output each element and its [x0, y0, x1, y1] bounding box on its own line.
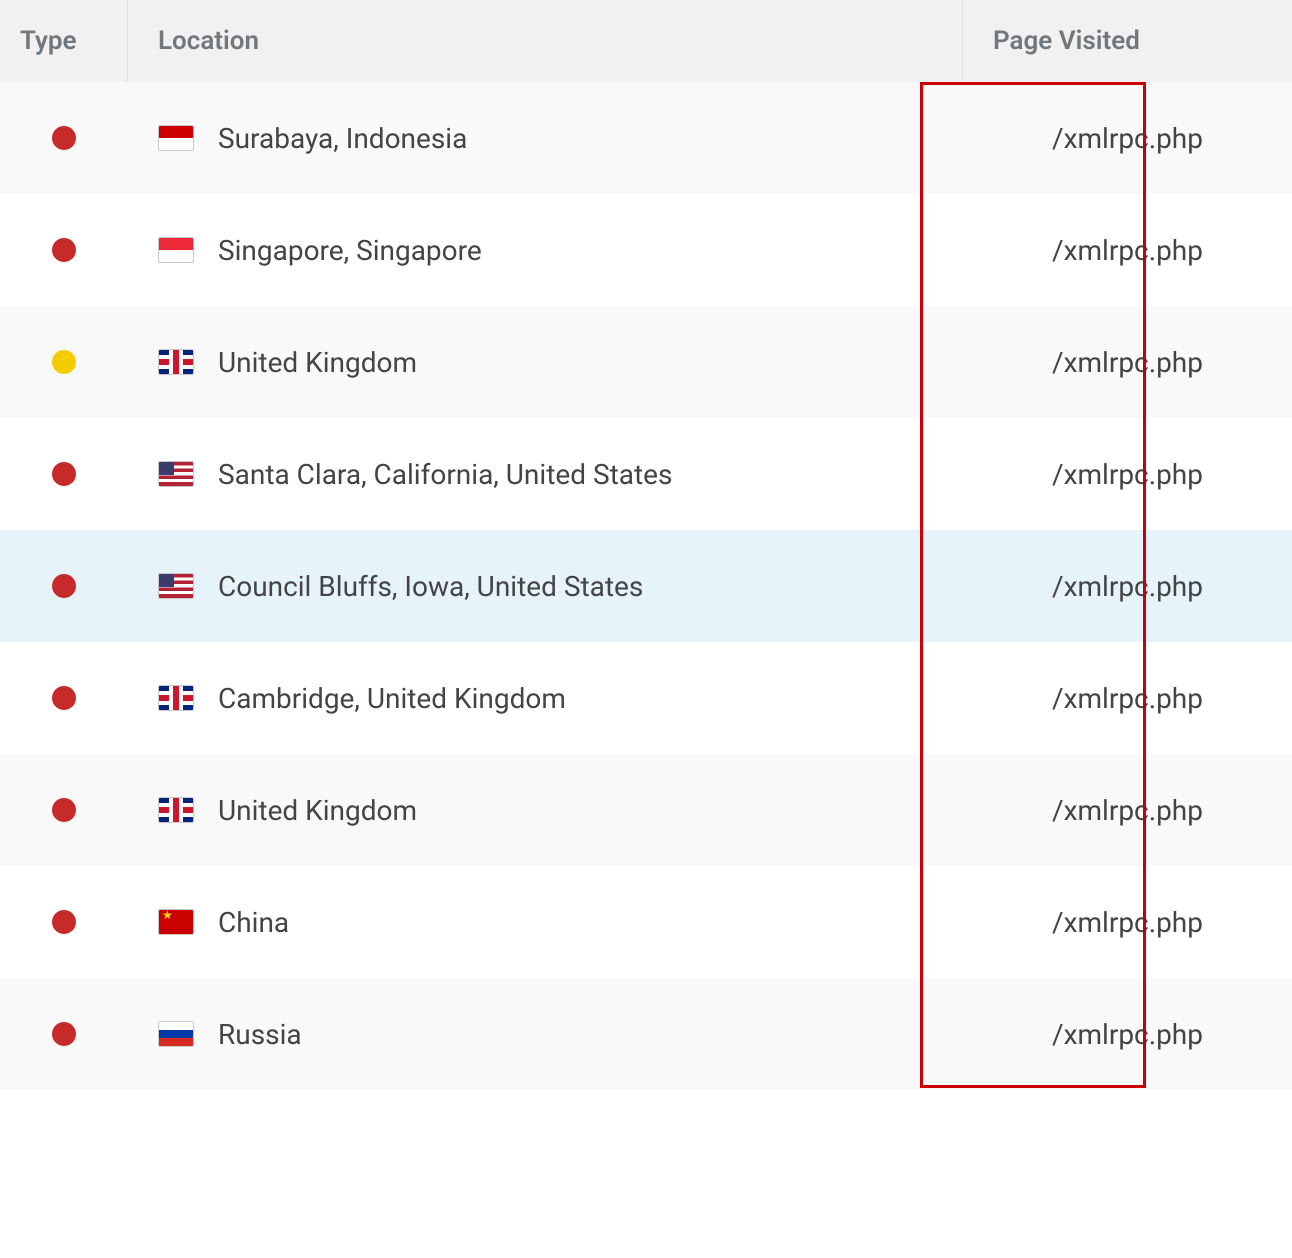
cell-location: Singapore, Singapore	[128, 234, 963, 267]
location-text: Council Bluffs, Iowa, United States	[218, 570, 643, 603]
location-text: Singapore, Singapore	[218, 234, 482, 267]
country-flag-icon	[158, 125, 194, 151]
cell-page-visited: /xmlrpc.php	[963, 570, 1292, 603]
header-type[interactable]: Type	[0, 0, 128, 82]
cell-location: United Kingdom	[128, 346, 963, 379]
location-text: Cambridge, United Kingdom	[218, 682, 566, 715]
status-dot-icon	[52, 798, 76, 822]
cell-page-visited: /xmlrpc.php	[963, 234, 1292, 267]
page-visited-text: /xmlrpc.php	[1052, 458, 1203, 491]
cell-location: Surabaya, Indonesia	[128, 122, 963, 155]
cell-location: Council Bluffs, Iowa, United States	[128, 570, 963, 603]
cell-location: China	[128, 906, 963, 939]
cell-page-visited: /xmlrpc.php	[963, 346, 1292, 379]
country-flag-icon	[158, 797, 194, 823]
header-location[interactable]: Location	[128, 0, 963, 82]
cell-type	[0, 126, 128, 150]
page-visited-text: /xmlrpc.php	[1052, 794, 1203, 827]
cell-type	[0, 350, 128, 374]
cell-location: Russia	[128, 1018, 963, 1051]
country-flag-icon	[158, 1021, 194, 1047]
page-visited-text: /xmlrpc.php	[1052, 906, 1203, 939]
status-dot-icon	[52, 350, 76, 374]
cell-location: United Kingdom	[128, 794, 963, 827]
status-dot-icon	[52, 238, 76, 262]
table-row[interactable]: Singapore, Singapore /xmlrpc.php	[0, 194, 1292, 306]
status-dot-icon	[52, 462, 76, 486]
table-row[interactable]: Council Bluffs, Iowa, United States /xml…	[0, 530, 1292, 642]
location-text: Surabaya, Indonesia	[218, 122, 467, 155]
table-row[interactable]: United Kingdom /xmlrpc.php	[0, 306, 1292, 418]
page-visited-text: /xmlrpc.php	[1052, 570, 1203, 603]
country-flag-icon	[158, 909, 194, 935]
table-header-row: Type Location Page Visited	[0, 0, 1292, 82]
cell-type	[0, 686, 128, 710]
cell-page-visited: /xmlrpc.php	[963, 682, 1292, 715]
page-visited-text: /xmlrpc.php	[1052, 1018, 1203, 1051]
cell-type	[0, 1022, 128, 1046]
location-text: United Kingdom	[218, 346, 417, 379]
table-row[interactable]: Cambridge, United Kingdom /xmlrpc.php	[0, 642, 1292, 754]
table-row[interactable]: China /xmlrpc.php	[0, 866, 1292, 978]
cell-page-visited: /xmlrpc.php	[963, 122, 1292, 155]
traffic-table: Type Location Page Visited Surabaya, Ind…	[0, 0, 1292, 1090]
table-row[interactable]: United Kingdom /xmlrpc.php	[0, 754, 1292, 866]
location-text: United Kingdom	[218, 794, 417, 827]
cell-type	[0, 798, 128, 822]
country-flag-icon	[158, 685, 194, 711]
status-dot-icon	[52, 126, 76, 150]
cell-page-visited: /xmlrpc.php	[963, 1018, 1292, 1051]
cell-type	[0, 910, 128, 934]
cell-location: Cambridge, United Kingdom	[128, 682, 963, 715]
country-flag-icon	[158, 349, 194, 375]
status-dot-icon	[52, 574, 76, 598]
cell-type	[0, 462, 128, 486]
page-visited-text: /xmlrpc.php	[1052, 122, 1203, 155]
header-page-visited[interactable]: Page Visited	[963, 26, 1292, 56]
location-text: Santa Clara, California, United States	[218, 458, 672, 491]
country-flag-icon	[158, 237, 194, 263]
cell-page-visited: /xmlrpc.php	[963, 458, 1292, 491]
status-dot-icon	[52, 686, 76, 710]
location-text: China	[218, 906, 289, 939]
page-visited-text: /xmlrpc.php	[1052, 346, 1203, 379]
page-visited-text: /xmlrpc.php	[1052, 234, 1203, 267]
location-text: Russia	[218, 1018, 302, 1051]
country-flag-icon	[158, 573, 194, 599]
cell-page-visited: /xmlrpc.php	[963, 906, 1292, 939]
country-flag-icon	[158, 461, 194, 487]
cell-type	[0, 238, 128, 262]
page-visited-text: /xmlrpc.php	[1052, 682, 1203, 715]
cell-location: Santa Clara, California, United States	[128, 458, 963, 491]
table-row[interactable]: Surabaya, Indonesia /xmlrpc.php	[0, 82, 1292, 194]
status-dot-icon	[52, 910, 76, 934]
cell-page-visited: /xmlrpc.php	[963, 794, 1292, 827]
status-dot-icon	[52, 1022, 76, 1046]
cell-type	[0, 574, 128, 598]
table-row[interactable]: Santa Clara, California, United States /…	[0, 418, 1292, 530]
table-row[interactable]: Russia /xmlrpc.php	[0, 978, 1292, 1090]
